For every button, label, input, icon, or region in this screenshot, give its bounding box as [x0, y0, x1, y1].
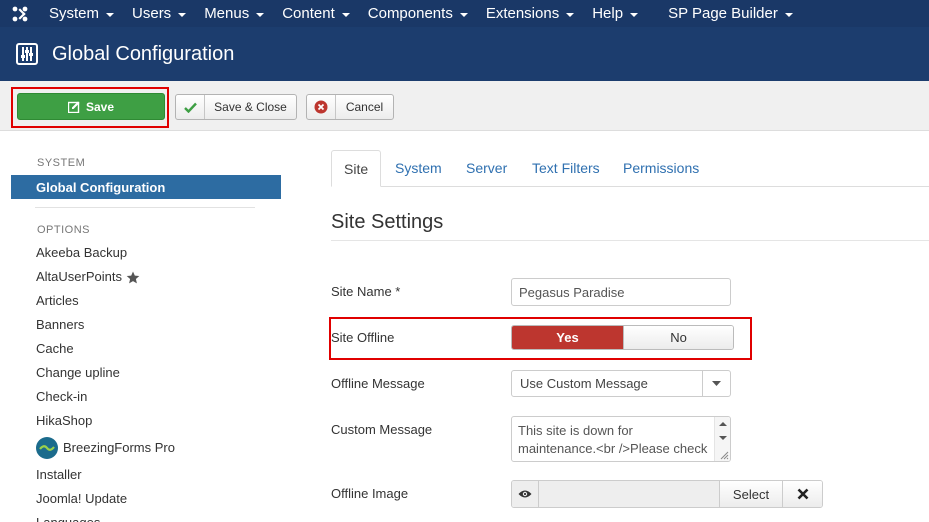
sidebar-item-joomla-update[interactable]: Joomla! Update — [36, 487, 175, 511]
nav-menus[interactable]: Menus — [195, 0, 273, 27]
sidebar-item-installer[interactable]: Installer — [36, 463, 175, 487]
section-divider — [331, 240, 929, 241]
sidebar-divider — [35, 207, 255, 208]
offline-message-select[interactable]: Use Custom Message — [511, 370, 731, 397]
close-icon — [797, 488, 808, 500]
sidebar-item-hikashop[interactable]: HikaShop — [36, 409, 175, 433]
sidebar-item-altauserpoints[interactable]: AltaUserPoints — [36, 265, 175, 289]
caret-down-icon — [106, 12, 115, 17]
sidebar-item-check-in[interactable]: Check-in — [36, 385, 175, 409]
dropdown-arrow-icon[interactable] — [702, 371, 730, 396]
caret-down-icon — [341, 12, 350, 17]
nav-extensions[interactable]: Extensions — [477, 0, 583, 27]
breezingforms-logo-icon — [36, 437, 58, 459]
site-offline-label: Site Offline — [331, 330, 395, 345]
custom-message-textarea[interactable]: This site is down for maintenance.<br />… — [511, 416, 731, 462]
scroll-down-icon[interactable] — [715, 433, 731, 443]
sidebar-item-cache[interactable]: Cache — [36, 337, 175, 361]
page-header: Global Configuration — [0, 27, 929, 81]
sidebar-item-change-upline[interactable]: Change upline — [36, 361, 175, 385]
save-close-button[interactable]: Save & Close — [175, 94, 297, 120]
offline-image-label: Offline Image — [331, 486, 409, 501]
config-sliders-icon — [16, 43, 38, 65]
caret-down-icon — [784, 12, 793, 17]
tab-server[interactable]: Server — [466, 150, 507, 187]
caret-down-icon — [178, 12, 187, 17]
sidebar-item-breezingforms-pro[interactable]: BreezingForms Pro — [36, 433, 175, 463]
site-offline-toggle: Yes No — [511, 325, 734, 350]
nav-system[interactable]: System — [40, 0, 123, 27]
caret-down-icon — [459, 12, 468, 17]
sidebar-heading-options: OPTIONS — [37, 224, 91, 236]
page-title: Global Configuration — [52, 42, 235, 65]
scroll-up-icon[interactable] — [715, 419, 731, 429]
sidebar-item-articles[interactable]: Articles — [36, 289, 175, 313]
custom-message-label: Custom Message — [331, 422, 433, 437]
preview-eye-icon[interactable] — [512, 481, 539, 507]
select-image-button[interactable]: Select — [719, 481, 782, 507]
joomla-logo-icon[interactable] — [0, 0, 40, 27]
offline-message-label: Offline Message — [331, 376, 425, 391]
cancel-circle-icon — [307, 95, 336, 119]
nav-help[interactable]: Help — [583, 0, 647, 27]
cancel-button[interactable]: Cancel — [306, 94, 394, 120]
sidebar-item-languages[interactable]: Languages — [36, 511, 175, 522]
save-button[interactable]: Save — [17, 93, 165, 120]
sidebar-options-list: Akeeba Backup AltaUserPoints Articles Ba… — [36, 241, 175, 522]
nav-content[interactable]: Content — [273, 0, 359, 27]
offline-image-field: Select — [511, 480, 823, 508]
sidebar-heading-system: SYSTEM — [37, 157, 86, 169]
nav-sp-page-builder[interactable]: SP Page Builder — [659, 0, 802, 27]
caret-down-icon — [566, 12, 575, 17]
offline-image-path — [539, 481, 719, 507]
star-icon — [126, 271, 140, 283]
top-navbar: System Users Menus Content Components Ex… — [0, 0, 929, 27]
textarea-scrollbar[interactable] — [714, 417, 730, 461]
config-tabs: Site System Server Text Filters Permissi… — [331, 150, 929, 187]
tab-system[interactable]: System — [395, 150, 442, 187]
toggle-no-button[interactable]: No — [623, 326, 733, 349]
caret-down-icon — [256, 12, 265, 17]
toggle-yes-button[interactable]: Yes — [512, 326, 623, 349]
nav-users[interactable]: Users — [123, 0, 195, 27]
tab-site[interactable]: Site — [331, 150, 382, 187]
sidebar-item-global-configuration[interactable]: Global Configuration — [11, 175, 281, 199]
resize-grip-icon[interactable] — [719, 450, 729, 460]
toolbar: Save Save & Close Cancel — [0, 81, 929, 131]
check-icon — [176, 95, 205, 119]
section-title: Site Settings — [331, 211, 444, 233]
clear-image-button[interactable] — [782, 481, 822, 507]
site-name-label: Site Name * — [331, 284, 401, 299]
site-name-input[interactable]: Pegasus Paradise — [511, 278, 731, 306]
tab-permissions[interactable]: Permissions — [623, 150, 699, 187]
sidebar-item-banners[interactable]: Banners — [36, 313, 175, 337]
caret-down-icon — [630, 12, 639, 17]
tab-text-filters[interactable]: Text Filters — [532, 150, 600, 187]
nav-components[interactable]: Components — [359, 0, 477, 27]
edit-icon — [67, 101, 80, 113]
sidebar-item-akeeba-backup[interactable]: Akeeba Backup — [36, 241, 175, 265]
